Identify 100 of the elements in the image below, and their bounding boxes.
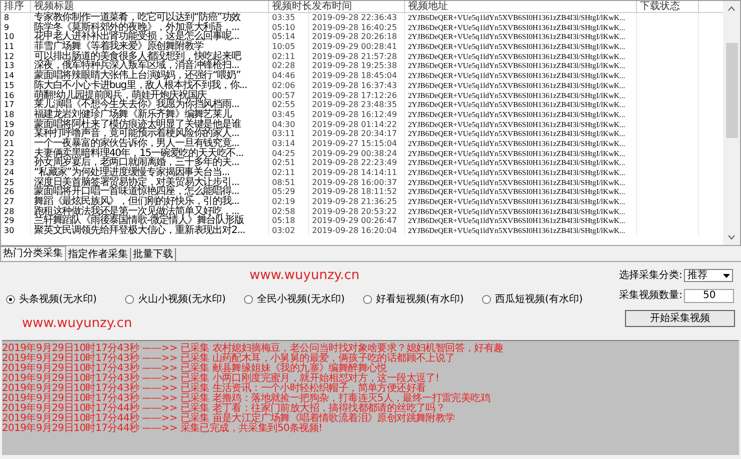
table-cell: “私藏家”为何处理进度缓慢专家揭因事关台当... (31, 168, 269, 178)
radio-button[interactable] (125, 294, 134, 304)
table-cell: 25 (1, 178, 31, 188)
column-header[interactable]: 下载状态 (637, 1, 699, 13)
table-cell: 舞蹈《最炫民族风》，但们刚的好快乐，引的我... (31, 197, 269, 207)
table-cell: 28 (1, 206, 31, 216)
log-line: 2019年9月29日10时17分44秒 ——>> 已采集 老丁看：往家门前放大招，搞得找都都请的丝吃了吗？ (2, 404, 446, 414)
log-line: 2019年9月29日10时17分43秒 ——>> 已采集 山药配木耳，小舅舅的最爱，俩孩子吃的话都顾不上说了 (2, 354, 456, 364)
table-cell: 莱儿演唱《不想今生失去你》我愿为你挡风档雨... (31, 100, 269, 110)
table-cell: 2019-09-28 18:11:52 (309, 187, 405, 198)
scrollbar[interactable] (723, 1, 740, 245)
table-cell: 02:58 (269, 206, 309, 216)
tab[interactable]: 指定作者采集 (66, 248, 131, 261)
table-cell: 2019-09-28 14:14:11 (309, 168, 405, 178)
scroll-thumb[interactable] (726, 43, 738, 138)
table-cell: 2019-09-28 16:12:49 (309, 110, 405, 120)
table-cell: 福建龙岩刘健珍广场舞《新乐齐舞》编舞艺莱儿 (31, 110, 269, 120)
table-cell: 17 (1, 100, 31, 110)
table-cell: 20 (1, 129, 31, 139)
tab[interactable]: 批量下载 (131, 248, 176, 261)
radio-option[interactable]: 全民小视频(无水印) (244, 292, 363, 306)
table-cell: 02:28 (269, 61, 309, 72)
table-cell: 03:11 (269, 129, 309, 139)
table-cell: 21 (1, 138, 31, 149)
tab[interactable]: 热门分类采集 (0, 246, 66, 261)
count-field[interactable]: 50 (684, 288, 734, 302)
table-cell: 26 (1, 187, 31, 198)
table-cell: 02:11 (269, 52, 309, 62)
table-cell: 12 (1, 52, 31, 62)
table-cell: 2019-09-28 20:26:18 (309, 32, 405, 42)
table-cell: 05:18 (269, 216, 309, 226)
table-cell: 2019-09-28 23:48:35 (309, 100, 405, 110)
table-cell: 陈大白不小心卡进bug里，敌人根本找不到我，你... (31, 80, 269, 90)
table-cell: 13 (1, 61, 31, 72)
table-cell: 某种打呼噜声音，竟可能预示着梗风险你的家人... (31, 129, 269, 139)
table-cell: 一个一夜暴富的家伙告诉你，男人一旦有钱究竟... (31, 138, 269, 149)
table-cell: 9 (1, 22, 31, 32)
table-cell: 05:14 (269, 32, 309, 42)
log-line: 2019年9月29日10时17分44秒 ——>> 采集已完成，共采集到50条视频! (2, 424, 324, 434)
table-cell: 2019-09-28 16:40:25 (309, 22, 405, 32)
table-cell: 03:45 (269, 110, 309, 120)
scroll-down-icon[interactable] (728, 235, 735, 240)
table-cell: 2019-09-28 22:23:49 (309, 158, 405, 168)
table-cell: 02:55 (269, 100, 309, 110)
log-line: 2019年9月29日10时17分43秒 ——>> 已采集 老撸鸡：落地就捡一把狗杂，打毒连灭5人，最终一打雷完美吃鸡 (2, 394, 491, 404)
category-dropdown[interactable]: 推荐 (684, 269, 734, 282)
table-cell: 陈学冬《莫斯科郊外的夜晚》，外加意大利语，... (31, 22, 269, 32)
table-cell: 24 (1, 168, 31, 178)
table-cell: 15 (1, 80, 31, 90)
table-cell: 专家教你制作一道菜肴，吃它可以达到“防癌”功效 (31, 13, 269, 23)
radio-button[interactable] (244, 294, 253, 304)
table-cell: 30 (1, 226, 31, 236)
table-cell: 2019-09-27 15:15:04 (309, 138, 405, 149)
table-cell: 10 (1, 32, 31, 42)
table-cell: 22 (1, 148, 31, 158)
radio-option[interactable]: 西瓜短视频(有水印) (482, 292, 601, 306)
radio-option[interactable]: 头条视频(无水印) (6, 292, 125, 306)
table-cell: 2019-09-28 20:34:17 (309, 129, 405, 139)
radio-option[interactable]: 好看短视频(有水印) (363, 292, 482, 306)
table-cell: 2019-09-29 00:28:41 (309, 42, 405, 52)
table-cell: 03:35 (269, 13, 309, 23)
table-cell: 00:57 (269, 90, 309, 100)
radio-button[interactable] (482, 294, 491, 304)
table-cell: 深度日美首脑签署贸易协定，对美贸易大让步引... (31, 178, 269, 188)
table-cell: 2019-09-29 00:26:47 (309, 216, 405, 226)
count-label: 采集视频数量: (619, 288, 682, 303)
category-label: 选择采集分类: (619, 268, 682, 283)
table-cell: 16 (1, 90, 31, 100)
table-cell: 03:02 (269, 226, 309, 236)
table-cell: 02:51 (269, 158, 309, 168)
table-cell: 2019-09-29 00:38:24 (309, 148, 405, 158)
table-cell: 27 (1, 197, 31, 207)
table-cell: 2019-09-28 16:20:04 (309, 226, 405, 236)
column-header[interactable]: 视频时长 (269, 1, 309, 13)
table-cell: 2019-09-28 17:12:26 (309, 90, 405, 100)
table-cell: 29 (1, 216, 31, 226)
table-cell: 孙女周岁宴后，老两口就闹离婚，三十多年的夫... (31, 158, 269, 168)
table-cell: 05:29 (269, 187, 309, 198)
scroll-up-icon[interactable] (728, 6, 735, 11)
table-cell: 14 (1, 71, 31, 81)
radio-button[interactable] (6, 294, 15, 304)
table-cell: 18 (1, 110, 31, 120)
radio-button[interactable] (363, 294, 372, 304)
table-cell: 2019-09-28 22:36:43 (309, 13, 405, 23)
column-header[interactable]: 视频标题 (31, 1, 269, 13)
start-button[interactable]: 开始采集视频 (625, 310, 735, 327)
table-cell: 蒙面唱将阿杜来了模仿痕迹太明显了关键是他是谁 (31, 120, 269, 130)
column-header[interactable]: 视频地址 (405, 1, 637, 13)
table-cell: 2019-09-28 16:00:37 (309, 178, 405, 188)
table-cell: 19 (1, 120, 31, 130)
table-cell: 聚英文民调领先给拜登极大信心，重新表现出对2... (31, 226, 269, 236)
table-cell: 2019-09-28 21:36:25 (309, 197, 405, 207)
log-line: 2019年9月29日10时17分43秒 ——>> 已采集 生活资讯：一个小时轻松织帽子，简单方便还好看 (2, 384, 427, 394)
log-line: 2019年9月29日10时17分43秒 ——>> 已采集 献县舞缘姐妹《我的九寨》编舞醉舞心悦 (2, 364, 388, 374)
table-cell: 2019-09-28 21:57:28 (309, 52, 405, 62)
radio-option[interactable]: 火山小视频(无水印) (125, 292, 244, 306)
table-cell: 8 (1, 13, 31, 23)
table-cell: 2019-09-28 19:25:38 (309, 61, 405, 72)
table-cell: 2019-09-28 20:53:22 (309, 206, 405, 216)
table-cell: 2019-09-28 16:37:43 (309, 80, 405, 90)
